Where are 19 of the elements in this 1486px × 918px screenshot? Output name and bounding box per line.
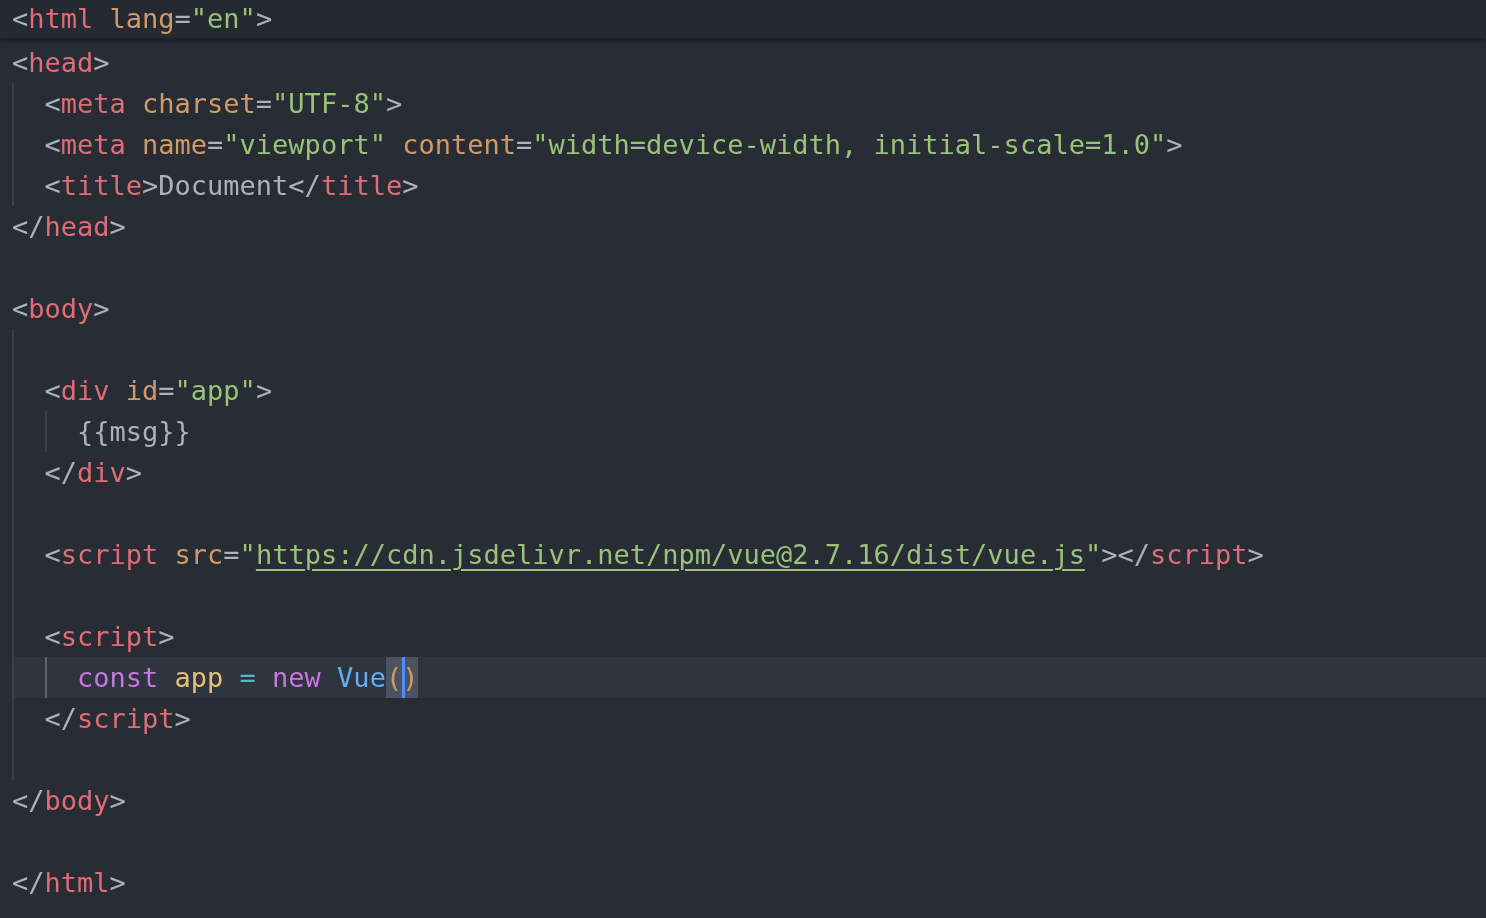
code-line: const app = new Vue() [77, 657, 419, 698]
code-line: <meta charset="UTF-8"> [44, 87, 403, 121]
code-line: </body> [12, 784, 126, 818]
code-line: </head> [12, 210, 126, 244]
code-line: </html> [12, 866, 126, 900]
code-line: <script> [44, 620, 175, 654]
code-line: <body> [12, 292, 110, 326]
code-line: </script> [44, 702, 191, 736]
code-line: </div> [44, 456, 143, 490]
code-line: <meta name="viewport" content="width=device-width, initial-scale=1.0"> [44, 128, 1183, 162]
code-line: <div id="app"> [44, 374, 273, 408]
code-line: <script src="https://cdn.jsdelivr.net/npm/vue@2.7.16/dist/vue.js"></script> [44, 538, 1264, 572]
code-line: <head> [12, 46, 110, 80]
code-line: {{msg}} [77, 415, 191, 449]
code-line: <title>Document</title> [44, 169, 419, 203]
url-link[interactable]: https://cdn.jsdelivr.net/npm/vue@2.7.16/dist/vue.js [255, 539, 1085, 570]
code-line: <html lang="en"> [12, 2, 273, 36]
bracket-highlight: ) [402, 657, 419, 698]
bracket-highlight: ( [385, 657, 403, 698]
